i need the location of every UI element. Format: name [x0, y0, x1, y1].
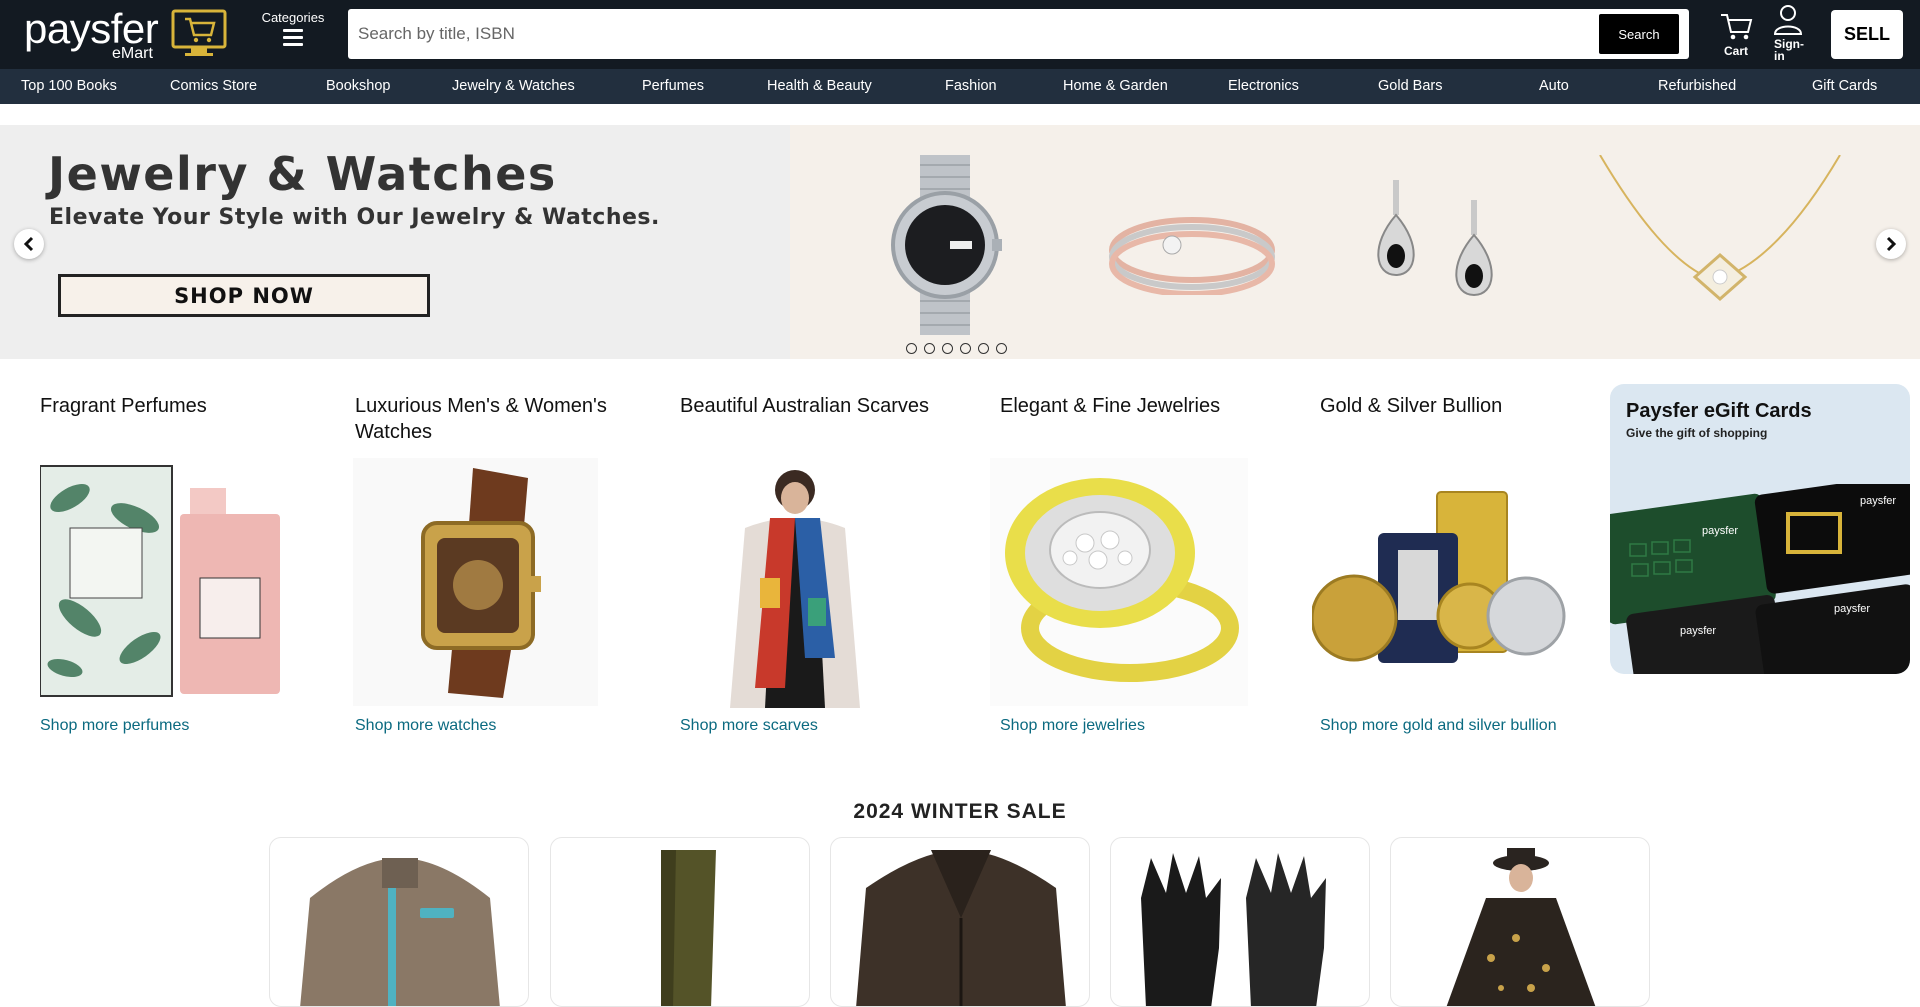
chevron-left-icon — [23, 236, 34, 252]
watch-image[interactable] — [353, 458, 598, 706]
gift-cards-image: paysfer paysfer paysfer paysfer — [1610, 484, 1910, 674]
boot-image — [661, 850, 716, 1006]
scarf-image[interactable] — [700, 458, 890, 708]
category-title: Elegant & Fine Jewelries — [1000, 395, 1221, 417]
shop-more-scarves-link[interactable]: Shop more scarves — [680, 717, 818, 735]
nav-item-jewelry-watches[interactable]: Jewelry & Watches — [452, 78, 575, 94]
necklace-image — [1599, 155, 1841, 301]
nav-item-home-garden[interactable]: Home & Garden — [1063, 78, 1168, 94]
signin-button[interactable]: Sign-in — [1771, 2, 1811, 64]
carousel-dot[interactable] — [978, 343, 989, 354]
nav-item-gift-cards[interactable]: Gift Cards — [1812, 78, 1877, 94]
category-nav: Top 100 Books Comics Store Bookshop Jewe… — [0, 69, 1920, 104]
nav-item-refurbished[interactable]: Refurbished — [1658, 78, 1736, 94]
carousel-indicators — [906, 343, 1007, 354]
carousel-dot[interactable] — [996, 343, 1007, 354]
shop-now-button[interactable]: SHOP NOW — [58, 274, 430, 317]
leather-jacket-image — [856, 850, 1066, 1006]
cart-button[interactable]: Cart — [1718, 10, 1754, 60]
search-bar: Search — [348, 9, 1689, 59]
nav-item-gold-bars[interactable]: Gold Bars — [1378, 78, 1442, 94]
egift-cards-promo[interactable]: Paysfer eGift Cards Give the gift of sho… — [1610, 384, 1910, 674]
gift-card-brand: paysfer — [1702, 525, 1738, 537]
gift-card-brand: paysfer — [1680, 625, 1716, 637]
search-button[interactable]: Search — [1599, 14, 1679, 54]
search-input[interactable] — [348, 9, 1588, 59]
top-header: paysfer eMart Categories Search Cart — [0, 0, 1920, 69]
sell-button[interactable]: SELL — [1831, 10, 1903, 59]
logo-subtitle: eMart — [112, 45, 153, 62]
nav-item-health-beauty[interactable]: Health & Beauty — [767, 78, 872, 94]
carousel-next-button[interactable] — [1876, 229, 1906, 259]
banner-title: Jewelry & Watches — [48, 147, 557, 201]
cart-icon — [1721, 14, 1753, 40]
nav-item-perfumes[interactable]: Perfumes — [642, 78, 704, 94]
earrings-image — [1377, 180, 1493, 297]
shop-more-perfumes-link[interactable]: Shop more perfumes — [40, 717, 189, 735]
winter-sale-heading: 2024 WINTER SALE — [853, 800, 1067, 823]
sale-product-card[interactable] — [830, 837, 1090, 1007]
carousel-dot[interactable] — [960, 343, 971, 354]
nav-item-comics-store[interactable]: Comics Store — [170, 78, 257, 94]
perfume-image[interactable] — [40, 458, 290, 698]
sale-product-card[interactable] — [1390, 837, 1650, 1007]
cart-label: Cart — [1723, 44, 1748, 58]
sale-product-card[interactable] — [1110, 837, 1370, 1007]
shop-more-watches-link[interactable]: Shop more watches — [355, 717, 496, 735]
banner-text-panel: Jewelry & Watches Elevate Your Style wit… — [0, 125, 790, 359]
nav-item-bookshop[interactable]: Bookshop — [326, 78, 391, 94]
shop-more-bullion-link[interactable]: Shop more gold and silver bullion — [1320, 717, 1557, 735]
sale-product-card[interactable] — [550, 837, 810, 1007]
nav-item-top-100-books[interactable]: Top 100 Books — [21, 78, 117, 94]
gloves-image — [1141, 853, 1326, 1006]
hero-carousel[interactable]: Jewelry & Watches Elevate Your Style wit… — [0, 125, 1920, 359]
sale-product-card[interactable] — [269, 837, 529, 1007]
category-title: Gold & Silver Bullion — [1320, 395, 1503, 417]
carousel-prev-button[interactable] — [14, 229, 44, 259]
signin-label: Sign-in — [1774, 37, 1804, 63]
monitor-cart-icon — [171, 9, 227, 56]
site-logo[interactable]: paysfer eMart — [24, 7, 229, 63]
carousel-dot[interactable] — [924, 343, 935, 354]
gift-card-title: Paysfer eGift Cards — [1626, 400, 1812, 422]
category-title: Fragrant Perfumes — [40, 395, 207, 417]
rings-image — [1109, 217, 1275, 295]
categories-label: Categories — [261, 10, 325, 25]
ring-image[interactable] — [990, 458, 1248, 706]
nav-item-electronics[interactable]: Electronics — [1228, 78, 1299, 94]
gift-card-brand: paysfer — [1860, 495, 1896, 507]
carousel-dot[interactable] — [906, 343, 917, 354]
watch-image — [891, 155, 1002, 335]
category-title: Luxurious Men's & Women's Watches — [355, 395, 607, 443]
bullion-image[interactable] — [1312, 488, 1568, 668]
sweater-image — [300, 858, 500, 1006]
category-title: Beautiful Australian Scarves — [680, 395, 930, 417]
chevron-right-icon — [1886, 236, 1897, 252]
carousel-dot[interactable] — [942, 343, 953, 354]
nav-item-auto[interactable]: Auto — [1539, 78, 1569, 94]
gift-card-brand: paysfer — [1834, 603, 1870, 615]
hamburger-icon — [283, 29, 303, 46]
gift-card-subtitle: Give the gift of shopping — [1626, 426, 1768, 440]
poncho-image — [1446, 848, 1596, 1006]
user-icon — [1773, 5, 1803, 35]
categories-menu-button[interactable]: Categories — [258, 10, 328, 56]
nav-item-fashion[interactable]: Fashion — [945, 78, 997, 94]
shop-more-jewelries-link[interactable]: Shop more jewelries — [1000, 717, 1145, 735]
banner-subtitle: Elevate Your Style with Our Jewelry & Wa… — [49, 205, 660, 230]
